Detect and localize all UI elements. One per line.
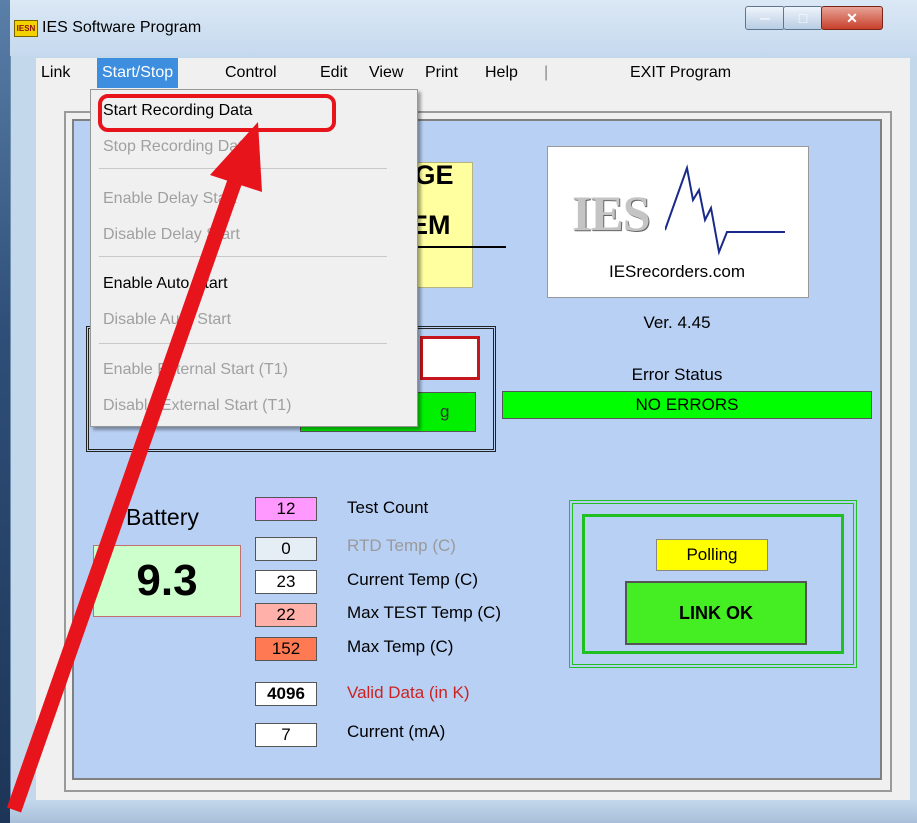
- annotation-arrow-icon: [6, 122, 262, 813]
